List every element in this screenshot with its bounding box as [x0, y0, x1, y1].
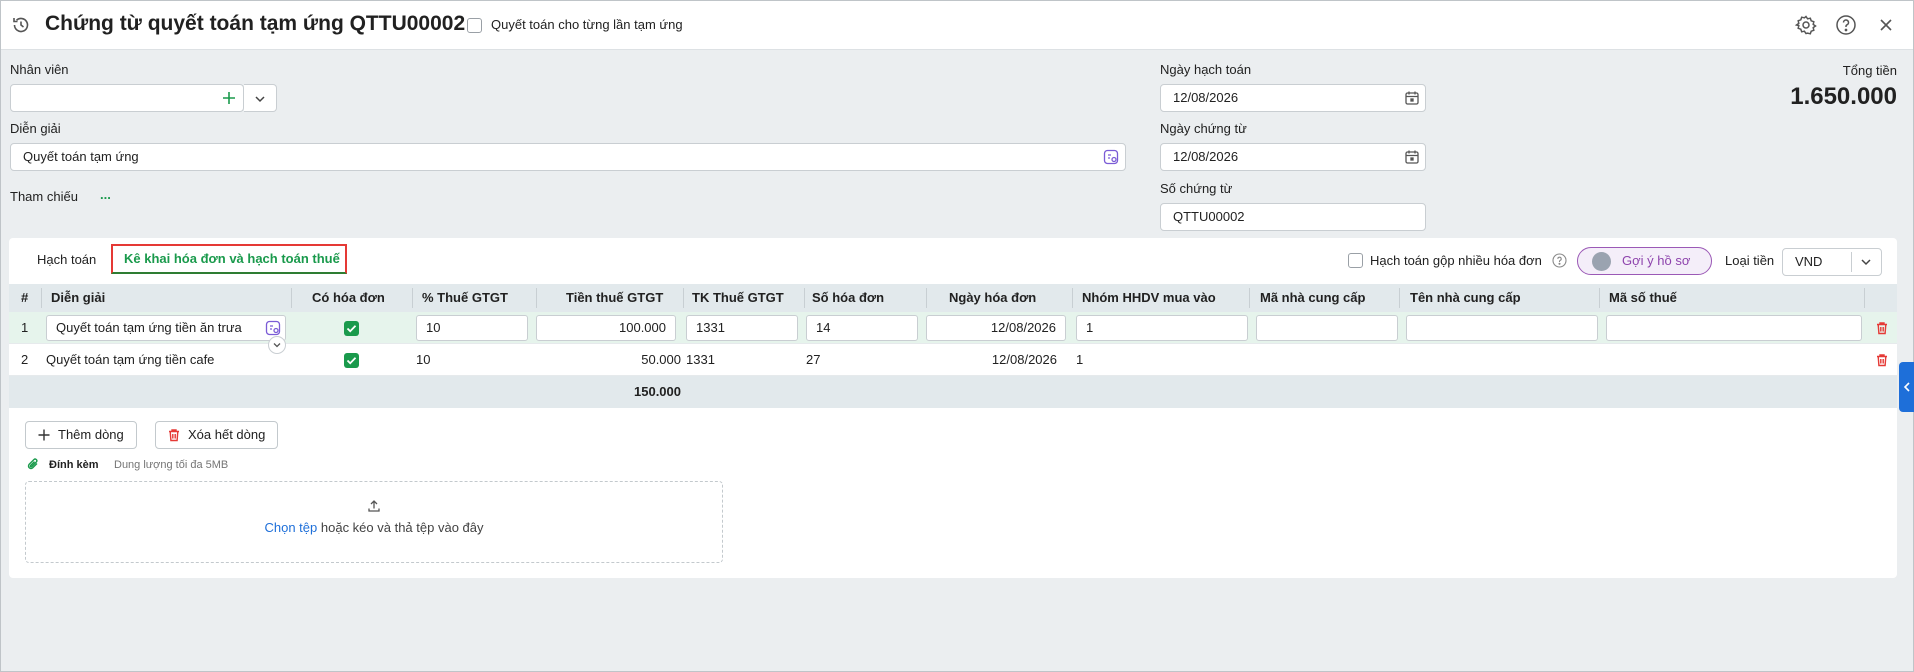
- table-summary-row: 150.000: [9, 376, 1897, 408]
- employee-label: Nhân viên: [10, 62, 69, 77]
- trash-icon: [169, 429, 179, 442]
- col-goods-group: Nhóm HHDV mua vào: [1082, 290, 1216, 305]
- close-icon[interactable]: [1875, 14, 1897, 36]
- expand-row-button[interactable]: [268, 336, 286, 354]
- file-dropzone[interactable]: Chọn tệp hoặc kéo và thả tệp vào đây: [25, 481, 723, 563]
- calendar-icon[interactable]: [1404, 90, 1420, 106]
- chevron-down-icon[interactable]: [1859, 256, 1873, 268]
- col-description: Diễn giải: [51, 290, 106, 305]
- voucher-date-field[interactable]: 12/08/2026: [1160, 143, 1426, 171]
- voucher-no-field[interactable]: QTTU00002: [1160, 203, 1426, 231]
- col-vat-rate: % Thuế GTGT: [422, 290, 508, 305]
- suggest-button[interactable]: Gợi ý hồ sơ: [1577, 247, 1712, 275]
- check-icon: [346, 357, 357, 365]
- col-supplier-code: Mã nhà cung cấp: [1260, 290, 1366, 305]
- help-icon[interactable]: [1835, 14, 1857, 36]
- supplier-name-input[interactable]: [1406, 315, 1598, 341]
- currency-label: Loại tiền: [1725, 253, 1775, 268]
- per-advance-checkbox[interactable]: [467, 18, 482, 33]
- chevron-down-icon: [273, 343, 281, 348]
- col-supplier-name: Tên nhà cung cấp: [1410, 290, 1521, 305]
- invoice-date-input[interactable]: 12/08/2026: [926, 315, 1066, 341]
- info-icon[interactable]: [1552, 253, 1567, 268]
- page-title: Chứng từ quyết toán tạm ứng QTTU00002: [45, 12, 466, 35]
- attachment-label: Đính kèm: [49, 459, 99, 471]
- choose-file-link[interactable]: Chọn tệp: [264, 520, 317, 535]
- row-number: 1: [21, 320, 29, 335]
- posting-date-label: Ngày hạch toán: [1160, 62, 1252, 77]
- has-invoice-checkbox[interactable]: [344, 353, 359, 368]
- table-row[interactable]: 2 Quyết toán tạm ứng tiền cafe 10 50.000…: [9, 344, 1897, 376]
- settings-icon[interactable]: [1795, 14, 1817, 36]
- add-employee-icon[interactable]: [221, 90, 237, 106]
- vat-amount: 50.000: [641, 352, 681, 367]
- trash-icon[interactable]: [1875, 353, 1889, 367]
- chevron-down-icon: [255, 96, 265, 103]
- has-invoice-checkbox[interactable]: [344, 321, 359, 336]
- upload-icon: [368, 500, 380, 512]
- tax-code-input[interactable]: [1606, 315, 1862, 341]
- plus-icon: [38, 429, 50, 441]
- row-description-input[interactable]: Quyết toán tạm ứng tiền ăn trưa: [46, 315, 286, 341]
- assistant-avatar-icon: [1592, 252, 1611, 271]
- goods-group: 1: [1076, 352, 1084, 367]
- total-vat-amount: 150.000: [634, 384, 681, 399]
- goods-group-input[interactable]: 1: [1076, 315, 1248, 341]
- title-bar: Chứng từ quyết toán tạm ứng QTTU00002 Qu…: [1, 1, 1913, 50]
- history-icon[interactable]: [11, 15, 31, 35]
- attachment-hint: Dung lượng tối đa 5MB: [114, 459, 229, 471]
- reference-label: Tham chiếu: [10, 189, 78, 204]
- paperclip-icon: [27, 458, 38, 470]
- per-advance-label: Quyết toán cho từng lần tạm ứng: [491, 17, 683, 32]
- col-has-invoice: Có hóa đơn: [312, 290, 385, 305]
- suggest-label: Gợi ý hồ sơ: [1622, 253, 1691, 268]
- table-row[interactable]: 1 Quyết toán tạm ứng tiền ăn trưa 10 100…: [9, 312, 1897, 344]
- add-row-button[interactable]: Thêm dòng: [25, 421, 137, 449]
- ai-suggest-icon[interactable]: [265, 320, 281, 336]
- detail-panel: Hạch toán Kê khai hóa đơn và hạch toán t…: [9, 238, 1897, 578]
- check-icon: [346, 325, 357, 333]
- posting-date-field[interactable]: 12/08/2026: [1160, 84, 1426, 112]
- tab-invoice-tax[interactable]: Kê khai hóa đơn và hạch toán thuế: [111, 244, 347, 274]
- vat-rate-input[interactable]: 10: [416, 315, 528, 341]
- invoice-date: 12/08/2026: [991, 352, 1057, 367]
- merge-invoices-checkbox[interactable]: [1348, 253, 1363, 268]
- calendar-icon[interactable]: [1404, 149, 1420, 165]
- row-number: 2: [21, 352, 29, 367]
- description-field[interactable]: Quyết toán tạm ứng: [10, 143, 1126, 171]
- total-label: Tổng tiền: [1842, 63, 1897, 78]
- table-header: # Diễn giải Có hóa đơn % Thuế GTGT Tiền …: [9, 284, 1897, 312]
- merge-invoices-label: Hạch toán gộp nhiều hóa đơn: [1370, 253, 1542, 268]
- invoice-no-input[interactable]: 14: [806, 315, 918, 341]
- reference-more-link[interactable]: ...: [100, 187, 111, 202]
- voucher-date-label: Ngày chứng từ: [1160, 121, 1247, 136]
- vat-account: 1331: [686, 352, 715, 367]
- col-invoice-date: Ngày hóa đơn: [949, 290, 1037, 305]
- side-panel-toggle[interactable]: [1899, 362, 1914, 412]
- trash-icon[interactable]: [1875, 321, 1889, 335]
- description-label: Diễn giải: [10, 121, 61, 136]
- chevron-left-icon: [1903, 382, 1910, 392]
- voucher-no-label: Số chứng từ: [1160, 181, 1233, 196]
- ai-suggest-icon[interactable]: [1103, 149, 1119, 165]
- invoice-no: 27: [806, 352, 821, 367]
- col-no: #: [21, 290, 29, 305]
- col-vat-amount: Tiền thuế GTGT: [566, 290, 664, 305]
- col-vat-account: TK Thuế GTGT: [692, 290, 784, 305]
- row-description: Quyết toán tạm ứng tiền cafe: [46, 352, 215, 367]
- col-invoice-no: Số hóa đơn: [812, 290, 885, 305]
- dropzone-text: Chọn tệp hoặc kéo và thả tệp vào đây: [264, 520, 484, 535]
- col-tax-code: Mã số thuế: [1609, 290, 1677, 305]
- tab-accounting[interactable]: Hạch toán: [37, 252, 96, 267]
- vat-amount-input[interactable]: 100.000: [536, 315, 676, 341]
- vat-account-input[interactable]: 1331: [686, 315, 798, 341]
- vat-rate: 10: [416, 352, 431, 367]
- supplier-code-input[interactable]: [1256, 315, 1398, 341]
- employee-field[interactable]: [10, 84, 244, 112]
- delete-all-rows-button[interactable]: Xóa hết dòng: [155, 421, 279, 449]
- employee-dropdown-button[interactable]: [244, 84, 277, 112]
- total-value: 1.650.000: [1790, 83, 1897, 110]
